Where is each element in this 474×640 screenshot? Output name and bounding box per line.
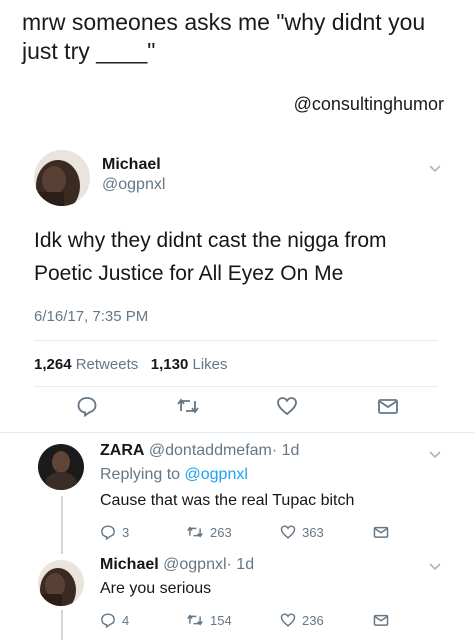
- retweet-icon: [187, 526, 203, 538]
- thread-line: [61, 496, 63, 546]
- reply-button[interactable]: 4: [100, 612, 129, 628]
- reply-button[interactable]: 3: [100, 524, 129, 540]
- like-count: 236: [302, 612, 324, 628]
- retweet-icon: [187, 614, 203, 626]
- envelope-icon[interactable]: [376, 395, 400, 417]
- retweet-count[interactable]: 1,264: [34, 356, 72, 373]
- reply-header: ZARA @dontaddmefam· 1d: [100, 442, 299, 460]
- avatar[interactable]: [38, 560, 84, 606]
- divider: [34, 386, 438, 387]
- heart-icon: [280, 525, 296, 539]
- author-name: Michael: [102, 156, 161, 173]
- tweet-timestamp: 6/16/17, 7:35 PM: [34, 308, 149, 325]
- retweets-label[interactable]: Retweets: [76, 356, 139, 373]
- tweet-actions: [0, 395, 474, 425]
- reply-author-name[interactable]: Michael: [100, 556, 159, 573]
- tweet-author[interactable]: Michael @ogpnxl: [102, 156, 165, 194]
- retweet-icon[interactable]: [176, 395, 200, 417]
- replying-to-handle[interactable]: @ogpnxl: [185, 466, 248, 483]
- like-button[interactable]: 363: [280, 524, 324, 540]
- reply-time: · 1d: [271, 442, 300, 459]
- replying-to: Replying to @ogpnxl: [100, 466, 248, 484]
- envelope-icon: [373, 526, 389, 538]
- likes-label[interactable]: Likes: [192, 356, 227, 373]
- reply-text: Are you serious: [100, 580, 212, 597]
- like-count: 363: [302, 524, 324, 540]
- thread-line: [61, 546, 63, 554]
- reply-count: 3: [122, 524, 130, 540]
- replying-to-label: Replying to: [100, 466, 181, 483]
- reply-actions: 3 263 363: [100, 524, 440, 544]
- reply-icon: [101, 525, 115, 540]
- chevron-down-icon[interactable]: [428, 450, 442, 460]
- dm-button[interactable]: [372, 612, 390, 628]
- retweet-count: 263: [210, 524, 232, 540]
- reply-author-name[interactable]: ZARA: [100, 442, 144, 459]
- avatar[interactable]: [34, 150, 90, 206]
- credit-handle: @consultinghumor: [293, 94, 444, 114]
- reply-time: · 1d: [226, 556, 255, 573]
- reply-author-handle[interactable]: @dontaddmefam: [149, 442, 272, 459]
- chevron-down-icon[interactable]: [428, 562, 442, 572]
- reply-header: Michael @ogpnxl· 1d: [100, 556, 254, 574]
- divider: [0, 432, 474, 433]
- tweet-text: Idk why they didnt cast the nigga from P…: [34, 229, 387, 285]
- avatar[interactable]: [38, 444, 84, 490]
- reply-icon: [101, 613, 115, 628]
- reply-text: Cause that was the real Tupac bitch: [100, 492, 355, 509]
- tweet-stats: 1,264 Retweets 1,130 Likes: [34, 356, 228, 373]
- envelope-icon: [373, 614, 389, 626]
- chevron-down-icon[interactable]: [428, 164, 442, 174]
- retweet-button[interactable]: 263: [186, 524, 232, 540]
- author-handle: @ogpnxl: [102, 176, 166, 193]
- like-count[interactable]: 1,130: [151, 356, 189, 373]
- dm-button[interactable]: [372, 524, 390, 540]
- retweet-button[interactable]: 154: [186, 612, 232, 628]
- reply-author-handle[interactable]: @ogpnxl: [163, 556, 226, 573]
- reply-count: 4: [122, 612, 130, 628]
- heart-icon[interactable]: [276, 395, 298, 417]
- divider: [34, 340, 438, 341]
- retweet-count: 154: [210, 612, 232, 628]
- like-button[interactable]: 236: [280, 612, 324, 628]
- reply-icon[interactable]: [76, 395, 98, 417]
- meme-caption: mrw someones asks me "why didnt you just…: [22, 9, 426, 64]
- reply-actions: 4 154 236: [100, 612, 440, 632]
- heart-icon: [280, 613, 296, 627]
